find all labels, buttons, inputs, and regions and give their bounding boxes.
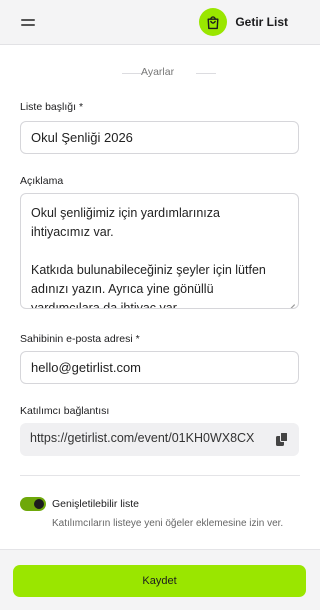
description-line: Katkıda bulunabileceğiniz şeyler için lü…	[31, 263, 266, 277]
description-line: ihtiyacımız var.	[31, 225, 114, 239]
description-line: yardımcılara da ihtiyaç var.	[31, 301, 180, 309]
description-label: Açıklama	[20, 175, 64, 187]
save-button[interactable]: Kaydet	[13, 565, 306, 597]
section-divider: Ayarlar	[20, 66, 300, 80]
participant-link-value: https://getirlist.com/event/01KH0WX8CX	[30, 431, 255, 445]
brand: Getir List	[199, 8, 288, 36]
resize-handle-icon[interactable]	[287, 297, 295, 308]
description-line: Okul şenliğimiz için yardımlarınıza	[31, 206, 220, 220]
divider	[20, 475, 300, 476]
description-textarea[interactable]: Okul şenliğimiz için yardımlarınıza ihti…	[20, 193, 299, 309]
participant-link-label: Katılımcı bağlantısı	[20, 405, 110, 417]
phone-screen: Getir List Ayarlar Liste başlığı * Açıkl…	[0, 0, 320, 610]
list-title-label: Liste başlığı *	[20, 101, 84, 113]
hamburger-menu-icon[interactable]	[21, 16, 35, 28]
owner-email-label: Sahibinin e-posta adresi *	[20, 333, 140, 345]
extensible-list-description: Katılımcıların listeye yeni öğeler eklem…	[52, 518, 284, 529]
owner-email-input[interactable]	[20, 351, 299, 384]
app-header: Getir List	[0, 0, 320, 45]
description-line: adınızı yazın. Ayrıca yine gönüllü	[31, 282, 214, 296]
extensible-list-title: Genişletilebilir liste	[52, 498, 139, 510]
copy-icon[interactable]	[276, 432, 289, 447]
extensible-list-toggle[interactable]	[20, 497, 46, 511]
footer-bar: Kaydet	[0, 549, 320, 610]
brand-name: Getir List	[235, 15, 288, 29]
shopping-bag-icon	[199, 8, 228, 36]
participant-link-field[interactable]: https://getirlist.com/event/01KH0WX8CX	[20, 423, 299, 456]
list-title-input[interactable]	[20, 121, 299, 154]
section-title: Ayarlar	[141, 66, 175, 78]
